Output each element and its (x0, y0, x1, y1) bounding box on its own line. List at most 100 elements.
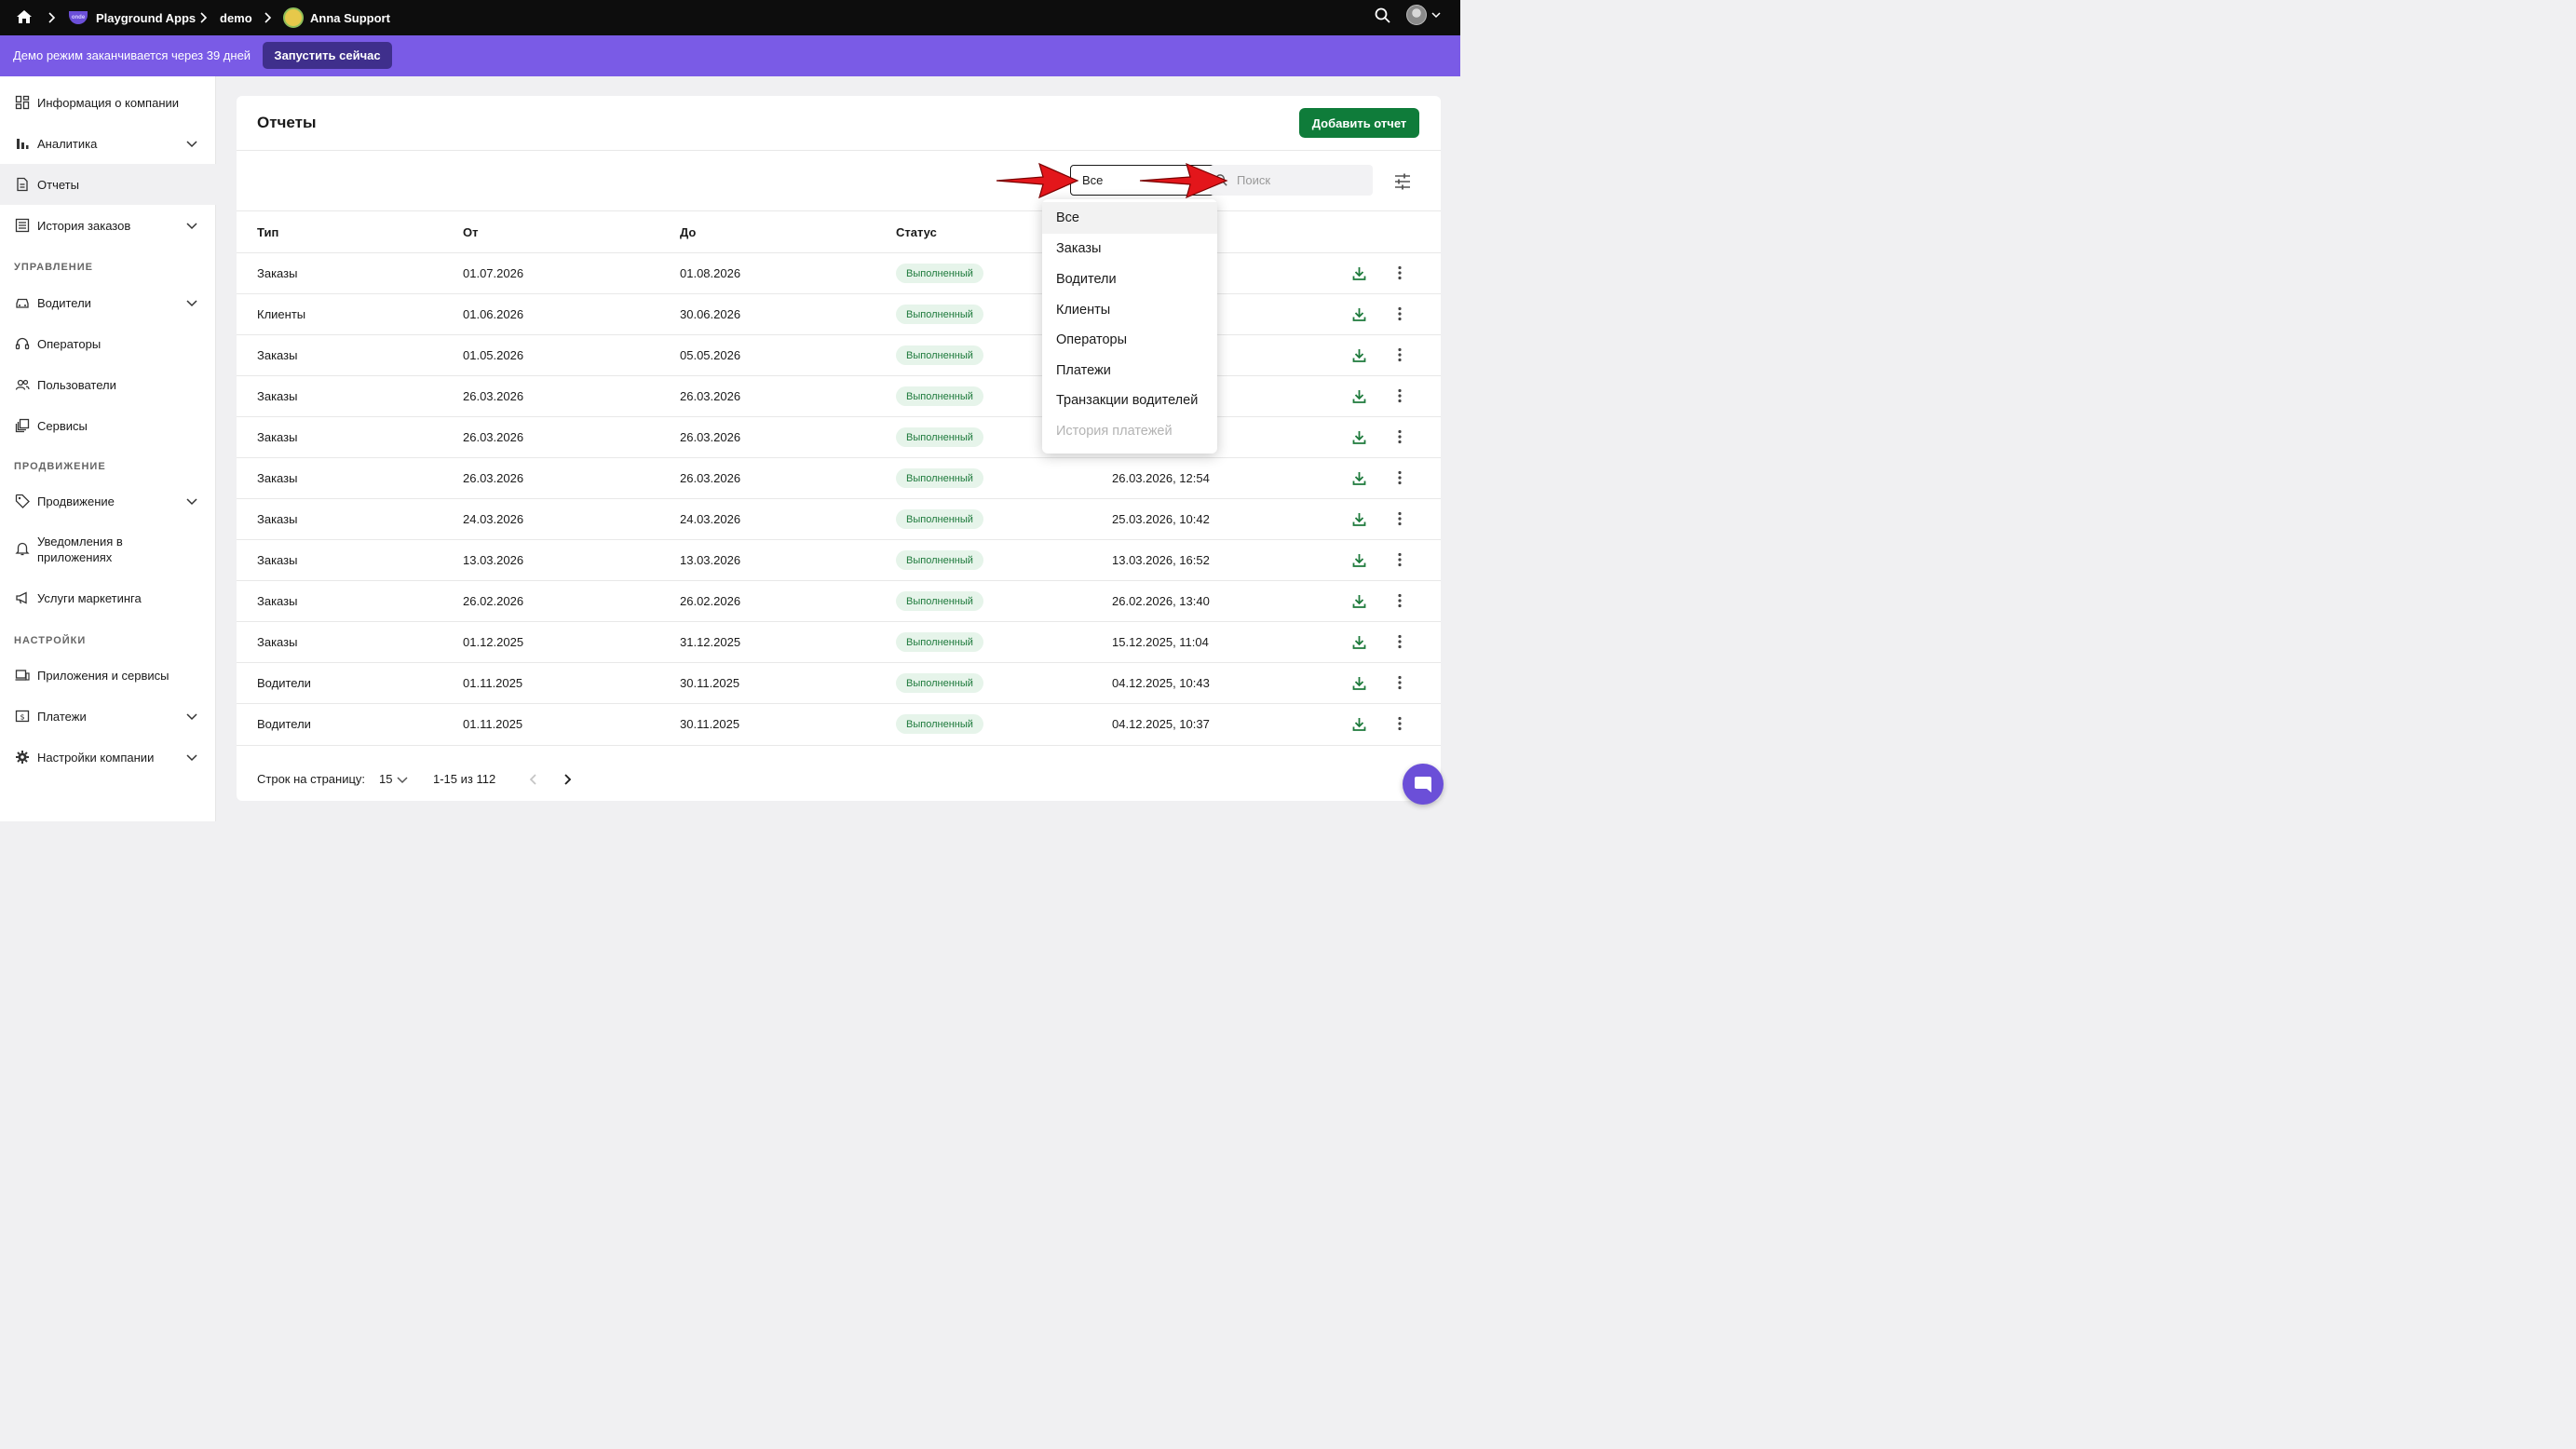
table-row[interactable]: Водители 01.11.2025 30.11.2025 Выполненный 0… (237, 703, 1441, 744)
table-row[interactable]: Заказы 01.05.2026 05.05.2026 Выполненный (237, 334, 1441, 375)
download-icon[interactable] (1351, 675, 1367, 691)
download-icon[interactable] (1351, 306, 1367, 322)
table-row[interactable]: Заказы 24.03.2026 24.03.2026 Выполненный 25.… (237, 498, 1441, 539)
table-row[interactable]: Клиенты 01.06.2026 30.06.2026 Выполненный (237, 293, 1441, 334)
previous-page-icon[interactable] (526, 772, 541, 787)
dropdown-option-driver-transactions[interactable]: Транзакции водителей (1042, 385, 1217, 416)
more-vertical-icon[interactable] (1391, 428, 1408, 445)
column-header-to[interactable]: До (680, 225, 696, 239)
cell-created: 25.03.2026, 10:42 (1112, 512, 1210, 526)
avatar[interactable] (1406, 5, 1427, 25)
download-icon[interactable] (1351, 716, 1367, 732)
more-vertical-icon[interactable] (1391, 715, 1408, 732)
home-icon[interactable] (15, 7, 34, 26)
sidebar-item-apps-services[interactable]: Приложения и сервисы (0, 655, 216, 696)
cell-from: 26.02.2026 (463, 594, 524, 608)
column-header-status[interactable]: Статус (896, 225, 937, 239)
chevron-down-icon[interactable] (1430, 9, 1442, 20)
sidebar-item-drivers[interactable]: Водители (0, 282, 216, 323)
dropdown-option-clients[interactable]: Клиенты (1042, 294, 1217, 326)
sidebar-item-label: Платежи (37, 710, 87, 724)
svg-text:$: $ (20, 713, 24, 722)
more-vertical-icon[interactable] (1391, 387, 1408, 404)
sidebar-item-label: Аналитика (37, 137, 98, 151)
download-icon[interactable] (1351, 265, 1367, 281)
download-icon[interactable] (1351, 593, 1367, 609)
sidebar-item-analytics[interactable]: Аналитика (0, 123, 216, 164)
table-row[interactable]: Заказы 26.03.2026 26.03.2026 Выполненный 26.… (237, 457, 1441, 498)
download-icon[interactable] (1351, 511, 1367, 527)
column-header-type[interactable]: Тип (257, 225, 278, 239)
download-icon[interactable] (1351, 388, 1367, 404)
download-icon[interactable] (1351, 634, 1367, 650)
next-page-icon[interactable] (560, 772, 575, 787)
divider (237, 745, 1441, 746)
sidebar-item-app-notifications[interactable]: Уведомления в приложениях (0, 523, 216, 572)
dropdown-option-orders[interactable]: Заказы (1042, 233, 1217, 264)
more-vertical-icon[interactable] (1391, 551, 1408, 568)
gear-icon (16, 751, 29, 764)
table-row[interactable]: Заказы 26.03.2026 26.03.2026 Выполненный (237, 416, 1441, 457)
more-vertical-icon[interactable] (1391, 674, 1408, 691)
cell-created: 15.12.2025, 11:04 (1112, 635, 1209, 649)
column-header-from[interactable]: От (463, 225, 478, 239)
table-row[interactable]: Заказы 13.03.2026 13.03.2026 Выполненный 13.… (237, 539, 1441, 580)
sidebar-item-company-info[interactable]: Информация о компании (0, 82, 216, 123)
add-report-button[interactable]: Добавить отчет (1299, 108, 1419, 138)
breadcrumb-app-label: Playground Apps (96, 10, 197, 25)
cell-from: 26.03.2026 (463, 389, 524, 403)
sidebar-item-marketing[interactable]: Услуги маркетинга (0, 577, 216, 618)
more-vertical-icon[interactable] (1391, 592, 1408, 609)
section-title-promo: ПРОДВИЖЕНИЕ (14, 461, 106, 472)
search-icon[interactable] (1374, 7, 1392, 25)
breadcrumb-env[interactable]: demo (220, 0, 252, 35)
chevron-down-icon[interactable] (396, 773, 409, 786)
rows-per-page-select[interactable]: 15 (379, 772, 392, 786)
dropdown-option-operators[interactable]: Операторы (1042, 324, 1217, 356)
more-vertical-icon[interactable] (1391, 264, 1408, 281)
filter-settings-icon[interactable] (1393, 172, 1412, 191)
sidebar-item-promotion[interactable]: Продвижение (0, 481, 216, 521)
download-icon[interactable] (1351, 347, 1367, 363)
more-vertical-icon[interactable] (1391, 346, 1408, 363)
status-badge: Выполненный (896, 386, 983, 406)
sidebar-item-label: Пользователи (37, 378, 116, 392)
sidebar-item-payments[interactable]: $ Платежи (0, 696, 216, 737)
sidebar-item-order-history[interactable]: История заказов (0, 205, 216, 246)
sidebar-item-services[interactable]: Сервисы (0, 405, 216, 446)
table-row[interactable]: Заказы 01.07.2026 01.08.2026 Выполненный (237, 252, 1441, 293)
chat-button[interactable] (1403, 764, 1444, 805)
dropdown-option-drivers[interactable]: Водители (1042, 264, 1217, 295)
more-vertical-icon[interactable] (1391, 469, 1408, 486)
dropdown-option-all[interactable]: Все (1042, 202, 1217, 234)
more-vertical-icon[interactable] (1391, 510, 1408, 527)
sidebar-item-reports[interactable]: Отчеты (0, 164, 216, 205)
status-badge: Выполненный (896, 550, 983, 570)
download-icon[interactable] (1351, 470, 1367, 486)
download-icon[interactable] (1351, 429, 1367, 445)
rows-per-page-label: Строк на страницу: (257, 772, 366, 786)
sidebar-item-label: Сервисы (37, 419, 88, 433)
sidebar-item-users[interactable]: Пользователи (0, 364, 216, 405)
breadcrumb-app[interactable]: onde Playground Apps (69, 0, 196, 35)
grid-icon (15, 95, 30, 110)
breadcrumb-org[interactable]: Anna Support (283, 0, 390, 35)
sidebar-item-label: Операторы (37, 337, 102, 351)
megaphone-icon (16, 591, 27, 604)
table-row[interactable]: Заказы 26.03.2026 26.03.2026 Выполненный (237, 375, 1441, 416)
table-row[interactable]: Водители 01.11.2025 30.11.2025 Выполненный 0… (237, 662, 1441, 703)
dropdown-option-payments[interactable]: Платежи (1042, 355, 1217, 386)
more-vertical-icon[interactable] (1391, 633, 1408, 650)
cell-from: 26.03.2026 (463, 430, 524, 444)
cell-created: 04.12.2025, 10:43 (1112, 676, 1210, 690)
dropdown-option-payment-history[interactable]: История платежей (1042, 415, 1217, 447)
sidebar-item-operators[interactable]: Операторы (0, 323, 216, 364)
download-icon[interactable] (1351, 552, 1367, 568)
launch-now-button[interactable]: Запустить сейчас (263, 42, 392, 69)
chevron-right-icon (264, 12, 272, 23)
search-input[interactable]: Поиск (1210, 165, 1373, 196)
sidebar-item-company-settings[interactable]: Настройки компании (0, 737, 216, 778)
table-row[interactable]: Заказы 26.02.2026 26.02.2026 Выполненный 26.… (237, 580, 1441, 621)
table-row[interactable]: Заказы 01.12.2025 31.12.2025 Выполненный 15.… (237, 621, 1441, 662)
more-vertical-icon[interactable] (1391, 305, 1408, 322)
